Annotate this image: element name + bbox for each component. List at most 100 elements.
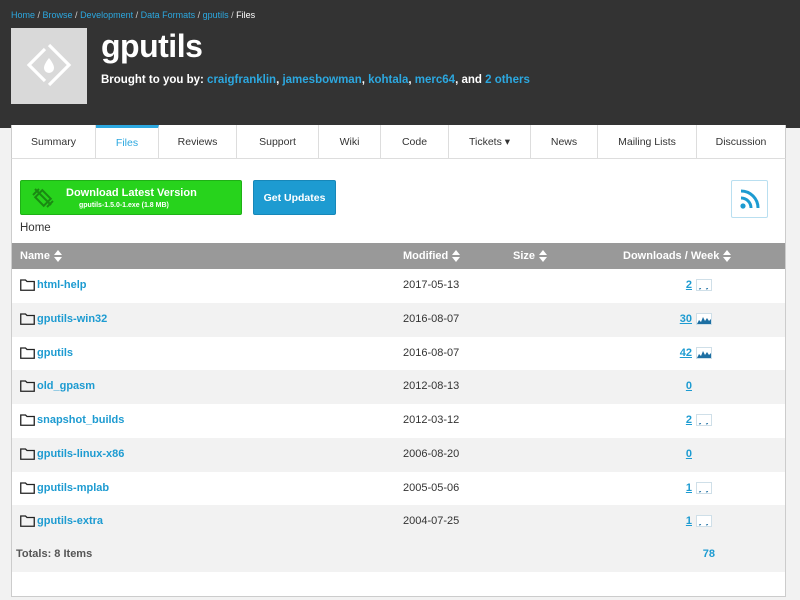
modified-date: 2016-08-07 — [403, 346, 460, 359]
table-row[interactable]: gputils-mplab 2005-05-06 1 — [12, 471, 785, 506]
downloads-count[interactable]: 2 — [686, 279, 692, 291]
folder-icon — [20, 346, 35, 362]
folder-icon — [20, 481, 35, 497]
table-row[interactable]: old_gpasm 2012-08-13 0 — [12, 370, 785, 404]
downloads-sparkline-icon[interactable] — [696, 515, 712, 530]
files-totals-row: Totals: 8 Items 78 — [12, 539, 785, 572]
folder-link[interactable]: gputils-extra — [37, 515, 103, 527]
get-updates-button[interactable]: Get Updates — [253, 180, 336, 215]
modified-date: 2012-03-12 — [403, 414, 460, 426]
downloads-sparkline-icon[interactable] — [696, 346, 712, 362]
others-link[interactable]: 2 others — [485, 74, 530, 86]
column-size-label: Size — [513, 250, 536, 262]
sort-icon — [452, 250, 461, 262]
folder-icon — [20, 448, 35, 463]
project-title: gputils — [101, 28, 203, 64]
project-logo[interactable] — [11, 28, 87, 104]
modified-date: 2016-08-07 — [403, 312, 460, 325]
downloads-count[interactable]: 30 — [680, 313, 692, 325]
tab-summary[interactable]: Summary — [12, 125, 96, 158]
breadcrumb-gputils[interactable]: gputils — [203, 10, 229, 20]
table-row[interactable]: gputils-extra 2004-07-25 1 — [12, 505, 785, 539]
folder-icon — [20, 313, 35, 328]
tab-files[interactable]: Files — [96, 125, 159, 158]
column-modified[interactable]: Modified — [403, 243, 461, 269]
tab-tickets[interactable]: Tickets ▾ — [449, 125, 531, 158]
folder-icon — [20, 414, 35, 429]
download-latest-button[interactable]: Download Latest Version gputils-1.5.0-1.… — [20, 180, 242, 215]
sort-icon — [539, 250, 548, 262]
downloads-count[interactable]: 2 — [686, 414, 692, 426]
breadcrumb-home[interactable]: Home — [11, 10, 35, 20]
project-byline: Brought to you by: craigfranklin, jamesb… — [101, 74, 530, 86]
folder-link[interactable]: gputils-mplab — [37, 482, 109, 494]
sort-icon — [53, 250, 62, 262]
downloads-sparkline-icon[interactable] — [696, 414, 712, 429]
tab-reviews[interactable]: Reviews — [159, 125, 237, 158]
modified-date: 2004-07-25 — [403, 515, 460, 528]
project-logo-icon — [26, 43, 72, 87]
downloads-count[interactable]: 1 — [686, 482, 692, 494]
modified-date: 2017-05-13 — [403, 279, 460, 291]
modified-date: 2006-08-20 — [403, 447, 460, 460]
table-row[interactable]: gputils-linux-x86 2006-08-20 0 — [12, 437, 785, 472]
author-link[interactable]: jamesbowman — [282, 74, 361, 86]
column-size[interactable]: Size — [513, 243, 548, 269]
author-link[interactable]: craigfranklin — [207, 74, 276, 86]
breadcrumb-browse[interactable]: Browse — [43, 10, 73, 20]
column-downloads-label: Downloads / Week — [623, 250, 720, 262]
tab-news[interactable]: News — [531, 125, 598, 158]
tab-discussion[interactable]: Discussion — [697, 125, 785, 158]
download-filename: gputils-1.5.0-1.exe (1.8 MB) — [79, 202, 169, 209]
project-tabs: Summary Files Reviews Support Wiki Code … — [11, 125, 786, 159]
files-panel: Download Latest Version gputils-1.5.0-1.… — [11, 159, 786, 597]
totals-label: Totals: 8 Items — [16, 548, 93, 560]
folder-link[interactable]: gputils — [37, 347, 73, 359]
project-header: Home / Browse / Development / Data Forma… — [0, 0, 800, 128]
modified-date: 2012-08-13 — [403, 380, 460, 393]
table-row[interactable]: gputils-win32 2016-08-07 30 — [12, 302, 785, 337]
folder-icon — [20, 380, 35, 395]
byline-and: , and — [455, 74, 482, 86]
tab-wiki[interactable]: Wiki — [319, 125, 381, 158]
rss-feed-button[interactable] — [731, 180, 768, 218]
downloads-count[interactable]: 0 — [686, 380, 692, 392]
files-table-header: Name Modified Size Downloads / Week — [12, 243, 785, 269]
column-name[interactable]: Name — [20, 243, 62, 269]
table-row[interactable]: snapshot_builds 2012-03-12 2 — [12, 404, 785, 438]
folder-link[interactable]: snapshot_builds — [37, 414, 124, 426]
downloads-sparkline-icon[interactable] — [696, 279, 712, 294]
download-icon — [32, 188, 54, 208]
tab-mailing-lists[interactable]: Mailing Lists — [598, 125, 697, 158]
folder-link[interactable]: old_gpasm — [37, 380, 95, 392]
downloads-sparkline-icon[interactable] — [696, 312, 712, 328]
column-name-label: Name — [20, 250, 50, 262]
folder-icon — [20, 279, 35, 294]
tab-code[interactable]: Code — [381, 125, 449, 158]
downloads-count[interactable]: 0 — [686, 448, 692, 460]
column-downloads[interactable]: Downloads / Week — [623, 243, 732, 269]
rss-icon — [740, 189, 760, 209]
breadcrumb-development[interactable]: Development — [80, 10, 133, 20]
breadcrumb-data-formats[interactable]: Data Formats — [141, 10, 196, 20]
breadcrumb-current: Files — [236, 10, 256, 20]
directory-location: Home — [20, 222, 51, 234]
byline-prefix: Brought to you by: — [101, 74, 204, 86]
downloads-count[interactable]: 1 — [686, 515, 692, 527]
table-row[interactable]: html-help 2017-05-13 2 — [12, 269, 785, 303]
files-table-body: html-help 2017-05-13 2 gputils-win32 2016-08… — [12, 269, 785, 539]
downloads-count[interactable]: 42 — [680, 347, 692, 359]
tab-support[interactable]: Support — [237, 125, 319, 158]
column-modified-label: Modified — [403, 250, 449, 262]
folder-link[interactable]: gputils-linux-x86 — [37, 448, 124, 460]
downloads-sparkline-icon[interactable] — [696, 481, 712, 497]
folder-link[interactable]: gputils-win32 — [37, 313, 107, 325]
totals-downloads: 78 — [702, 548, 715, 560]
author-link[interactable]: kohtala — [368, 74, 408, 86]
folder-link[interactable]: html-help — [37, 279, 87, 291]
author-link[interactable]: merc64 — [415, 74, 455, 86]
download-title: Download Latest Version — [66, 187, 197, 199]
modified-date: 2005-05-06 — [403, 481, 460, 494]
folder-icon — [20, 515, 35, 530]
table-row[interactable]: gputils 2016-08-07 42 — [12, 336, 785, 371]
